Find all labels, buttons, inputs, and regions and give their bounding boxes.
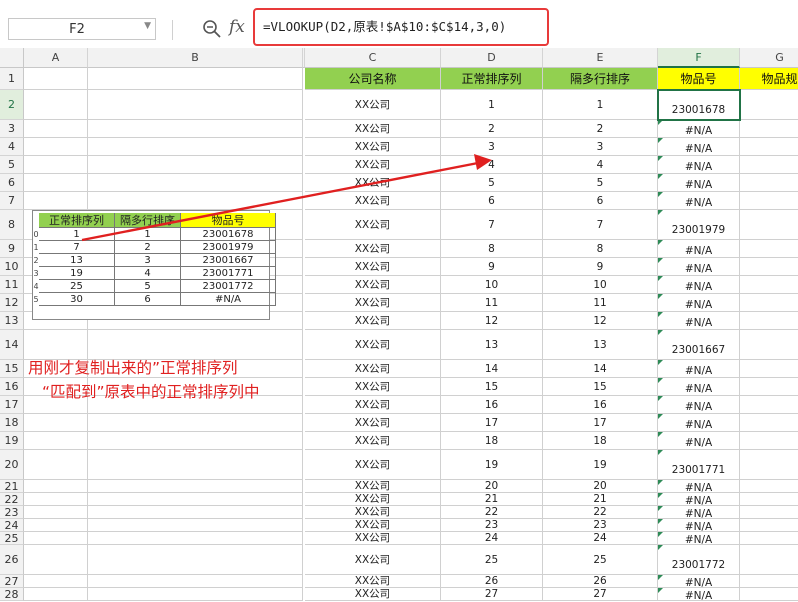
red-arrow [81, 154, 492, 242]
